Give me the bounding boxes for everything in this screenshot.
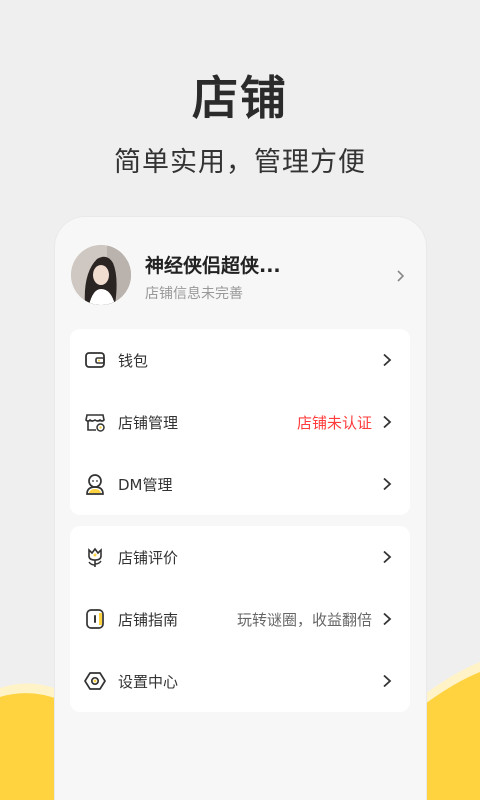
- profile-name: 神经侠侣超侠...: [145, 255, 281, 277]
- user-photo-icon: [71, 245, 131, 305]
- page-title: 店铺: [192, 71, 288, 125]
- guide-icon: [86, 609, 104, 629]
- chevron-right-icon: [383, 415, 392, 429]
- chevron-right-icon: [383, 550, 392, 564]
- menu-item-label: 钱包: [118, 352, 149, 370]
- menu-item-store-guide[interactable]: 店铺指南 玩转谜圈，收益翻倍: [70, 588, 410, 650]
- phone-preview: 神经侠侣超侠... 店铺信息未完善 钱包 店铺管理 店铺未认证 DM管理 店铺评…: [55, 217, 426, 800]
- menu-card-1: 钱包 店铺管理 店铺未认证 DM管理: [70, 329, 410, 515]
- menu-item-label: 店铺评价: [118, 549, 179, 567]
- menu-item-settings[interactable]: 设置中心: [70, 650, 410, 712]
- flower-icon: [88, 547, 102, 567]
- avatar[interactable]: [71, 245, 131, 305]
- store-verification-status: 店铺未认证: [296, 414, 372, 432]
- menu-item-label: DM管理: [118, 476, 173, 494]
- profile-status: 店铺信息未完善: [145, 286, 243, 302]
- menu-item-wallet[interactable]: 钱包: [70, 329, 410, 391]
- menu-item-label: 店铺管理: [118, 414, 179, 432]
- menu-card-2: 店铺评价 店铺指南 玩转谜圈，收益翻倍 设置中心: [70, 526, 410, 712]
- person-icon: [86, 474, 104, 495]
- chevron-right-icon: [383, 477, 392, 491]
- menu-item-store-reviews[interactable]: 店铺评价: [70, 526, 410, 588]
- settings-icon: [84, 672, 106, 690]
- menu-item-label: 店铺指南: [118, 611, 179, 629]
- chevron-right-icon: [383, 353, 392, 367]
- menu-item-store-management[interactable]: 店铺管理 店铺未认证: [70, 391, 410, 453]
- store-guide-hint: 玩转谜圈，收益翻倍: [236, 611, 372, 629]
- chevron-right-icon: [383, 612, 392, 626]
- chevron-right-icon: [383, 674, 392, 688]
- chevron-right-icon: [397, 270, 405, 282]
- store-icon: [85, 414, 105, 432]
- wallet-icon: [85, 352, 105, 368]
- menu-item-label: 设置中心: [118, 673, 179, 691]
- page-subtitle: 简单实用，管理方便: [114, 147, 366, 178]
- profile-header[interactable]: 神经侠侣超侠... 店铺信息未完善: [71, 245, 411, 305]
- menu-item-dm-management[interactable]: DM管理: [70, 453, 410, 515]
